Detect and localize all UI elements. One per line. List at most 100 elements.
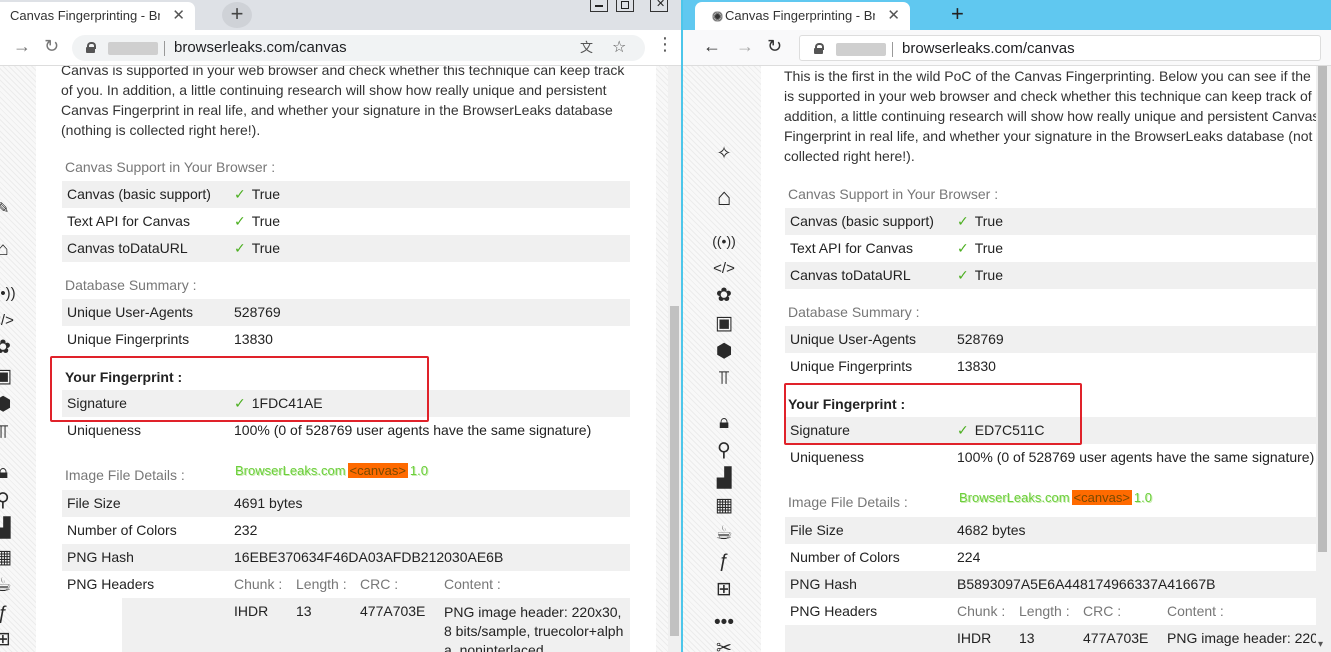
translate-icon[interactable]: 文	[580, 35, 593, 61]
pin-icon[interactable]: ✧	[709, 142, 739, 164]
chunk-cell: IHDR	[957, 630, 992, 646]
col-header: Length :	[1019, 603, 1070, 619]
intro-line: is supported in your web browser and che…	[784, 88, 1312, 104]
back-icon[interactable]: ←	[703, 36, 721, 57]
tab-canvas-fingerprinting[interactable]: Canvas Fingerprinting - Browse ✕	[0, 2, 195, 30]
more-icon[interactable]: •••	[709, 612, 739, 634]
tools-icon[interactable]: ✂	[709, 638, 739, 652]
chrome-window: Canvas Fingerprinting - Browse ✕ + ✕ → ↻…	[0, 0, 681, 652]
map-marker-icon[interactable]: ⚲	[0, 490, 18, 512]
value-text: True	[251, 186, 281, 202]
row-label: PNG Hash	[790, 576, 857, 592]
reload-icon[interactable]: ↻	[44, 36, 59, 57]
scrollbar[interactable]	[668, 66, 681, 652]
blurred-scheme	[836, 43, 886, 56]
tab-title: Canvas Fingerprinting - Browse	[10, 8, 160, 23]
scrollbar-thumb[interactable]	[670, 306, 679, 636]
windows-icon[interactable]: ⊞	[709, 579, 739, 601]
forward-icon[interactable]: →	[13, 36, 31, 57]
url-text: browserleaks.com/canvas	[174, 39, 347, 56]
badge-version: 1.0	[1133, 490, 1152, 505]
scrollbar-thumb[interactable]	[1318, 66, 1327, 552]
url-text: browserleaks.com/canvas	[902, 40, 1075, 57]
row-label: PNG Hash	[67, 549, 134, 565]
canvas-image-badge: BrowserLeaks.com <canvas> 1.0	[235, 462, 428, 480]
signal-icon[interactable]: ▟	[0, 518, 18, 540]
radio-icon[interactable]: ((•))	[709, 230, 739, 252]
coffee-icon[interactable]: ☕︎	[0, 575, 18, 597]
image-icon[interactable]: ▣	[709, 313, 739, 335]
badge-canvas: <canvas>	[347, 463, 408, 478]
image-details-title: Image File Details :	[788, 494, 908, 510]
close-window-button[interactable]: ✕	[650, 0, 668, 12]
code-icon[interactable]: </>	[709, 258, 739, 280]
row-value: 528769	[234, 304, 281, 320]
check-icon: ✓	[234, 213, 246, 229]
coffee-icon[interactable]: ☕︎	[709, 523, 739, 545]
scrollbar[interactable]: ▾	[1316, 66, 1331, 652]
cube-icon[interactable]: ⬢	[0, 394, 18, 416]
code-icon[interactable]: </>	[0, 310, 18, 332]
content-cell: PNG image header: 220	[1167, 630, 1318, 646]
lock-icon[interactable]: 🔒︎	[709, 412, 739, 434]
flash-icon[interactable]: ƒ	[0, 603, 18, 625]
close-icon[interactable]: ✕	[172, 2, 185, 30]
address-bar[interactable]: browserleaks.com/canvas 文 ☆	[72, 35, 645, 61]
fingerprint-highlight-box	[784, 383, 1082, 445]
map-marker-icon[interactable]: ⚲	[709, 440, 739, 462]
crc-cell: 477A703E	[360, 603, 426, 619]
row-value: 528769	[957, 331, 1004, 347]
flower-icon[interactable]: ✿	[0, 337, 18, 359]
row-label: Unique Fingerprints	[67, 331, 190, 347]
intro-line: addition, a little continuing research w…	[784, 108, 1320, 124]
close-icon[interactable]: ✕	[887, 2, 900, 30]
windows-icon[interactable]: ⊞	[0, 629, 18, 651]
home-icon[interactable]: ⌂	[0, 239, 18, 261]
flower-icon[interactable]: ✿	[709, 285, 739, 307]
check-icon: ✓	[234, 240, 246, 256]
scroll-down-icon[interactable]: ▾	[1318, 639, 1323, 650]
separator	[164, 41, 165, 56]
table-row: Text API for Canvas ✓ True	[62, 208, 630, 235]
table-row: Text API for Canvas ✓ True	[785, 235, 1331, 262]
maximize-button[interactable]	[616, 0, 634, 12]
home-icon[interactable]: ⌂	[709, 186, 739, 210]
forward-icon[interactable]: →	[736, 36, 754, 57]
star-icon[interactable]: ☆	[612, 35, 626, 61]
signal-icon[interactable]: ▟	[709, 468, 739, 490]
badge-text: BrowserLeaks.com	[235, 463, 346, 478]
text-height-icon[interactable]: ⫪	[0, 422, 18, 444]
check-icon: ✓	[957, 267, 969, 283]
page-viewport: ✎ ⌂ ((•)) </> ✿ ▣ ⬢ ⫪ 🔒︎ ⚲ ▟ ▦ ☕︎ ƒ ⊞ Ca…	[0, 66, 681, 652]
menu-icon[interactable]: ⋮	[656, 34, 674, 55]
reload-icon[interactable]: ↻	[767, 36, 782, 57]
flash-icon[interactable]: ƒ	[709, 551, 739, 573]
address-bar[interactable]: browserleaks.com/canvas	[799, 35, 1321, 61]
row-label: Unique User-Agents	[790, 331, 917, 347]
new-tab-button[interactable]: +	[951, 2, 964, 26]
bricks-icon[interactable]: ▦	[709, 495, 739, 517]
lock-icon	[814, 43, 824, 54]
image-icon[interactable]: ▣	[0, 366, 18, 388]
radio-icon[interactable]: ((•))	[0, 283, 18, 305]
tab-canvas-fingerprinting[interactable]: Canvas Fingerprinting - Browse ✕	[695, 2, 910, 30]
new-tab-button[interactable]: +	[222, 2, 252, 28]
lock-icon[interactable]: 🔒︎	[0, 462, 18, 484]
bricks-icon[interactable]: ▦	[0, 547, 18, 569]
table-row: Number of Colors 224	[785, 544, 1331, 571]
row-label: PNG Headers	[67, 576, 155, 592]
row-label: Text API for Canvas	[790, 240, 913, 256]
text-height-icon[interactable]: ⫪	[709, 368, 739, 390]
row-label: Canvas toDataURL	[790, 267, 911, 283]
close-window-icon: ✕	[656, 0, 666, 10]
row-label: Canvas (basic support)	[790, 213, 934, 229]
row-label: Number of Colors	[790, 549, 900, 565]
col-header: CRC :	[1083, 603, 1122, 619]
table-row: Unique Fingerprints 13830	[785, 353, 1331, 380]
maximize-icon	[621, 1, 629, 9]
tool-icon[interactable]: ✎	[0, 198, 18, 220]
table-row: Canvas (basic support) ✓ True	[785, 208, 1331, 235]
table-row: PNG Hash B5893097A5E6A448174966337A41667…	[785, 571, 1331, 598]
cube-icon[interactable]: ⬢	[709, 341, 739, 363]
minimize-button[interactable]	[590, 0, 608, 12]
